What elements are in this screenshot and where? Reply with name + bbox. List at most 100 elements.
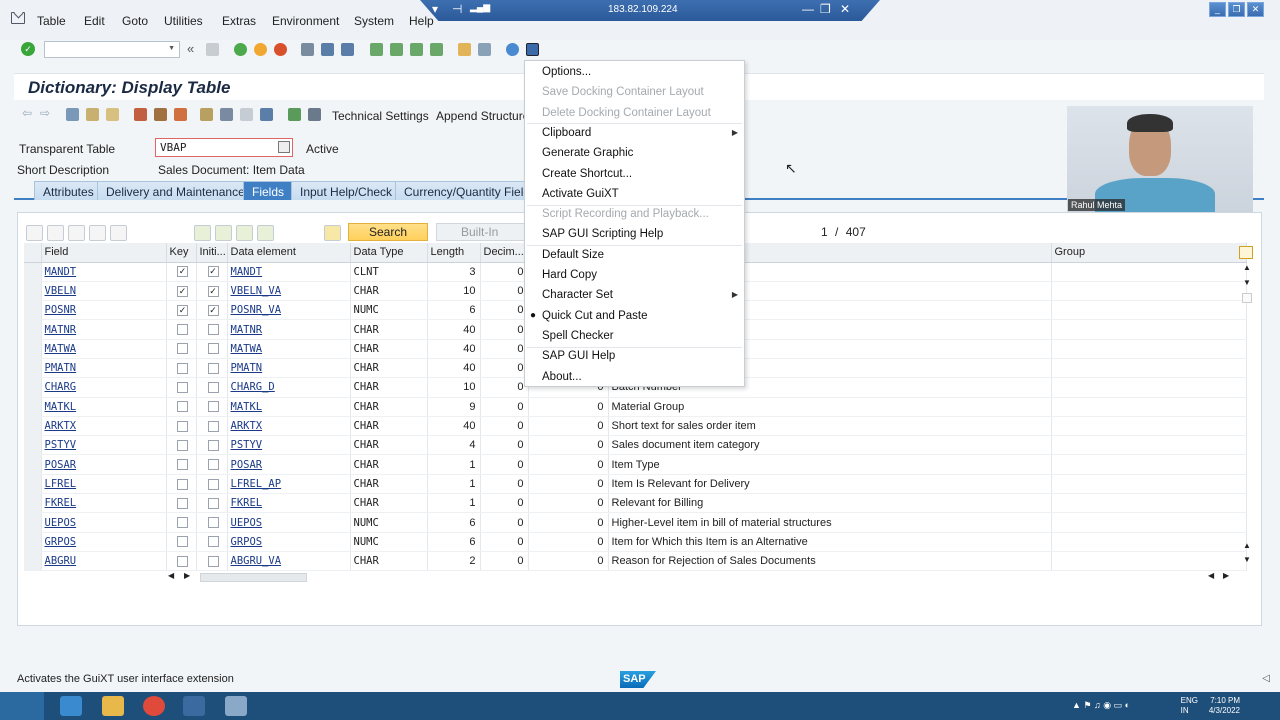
row-selector[interactable] [24,339,42,359]
start-icon[interactable] [0,692,44,720]
initial-checkbox[interactable] [207,439,219,451]
object-list-icon[interactable] [174,108,187,121]
find-icon[interactable] [321,43,334,56]
scroll-left-end-icon[interactable]: ◀ [1208,571,1214,580]
file-explorer-icon[interactable] [102,696,124,716]
horizontal-scrollbar[interactable]: ◀ ▶ ◀ ▶ [168,571,1248,585]
table-row[interactable]: PSTYV PSTYV CHAR 4 0 0 Sales document item cat… [24,435,1247,456]
initial-checkbox[interactable] [207,362,219,374]
hierarchy-icon[interactable] [200,108,213,121]
key-checkbox[interactable] [177,497,188,509]
table-row[interactable]: FKREL FKREL CHAR 1 0 0 Relevant for Billing [24,493,1247,514]
key-checkbox[interactable] [177,362,188,374]
menu-utilities[interactable]: Utilities [164,14,203,28]
table-row[interactable]: UEPOS UEPOS NUMC 6 0 0 Higher-Level item in bi… [24,512,1247,533]
technical-settings-button[interactable]: Technical Settings [332,109,429,123]
data-element[interactable]: GRPOS [227,532,351,552]
row-selector[interactable] [24,262,42,282]
table-row[interactable]: MATKL MATKL CHAR 9 0 0 Material Group [24,397,1247,417]
tab-attributes[interactable]: Attributes [34,181,103,200]
select-all-icon[interactable] [215,225,232,241]
menu-item-options[interactable]: Options... [525,62,744,82]
insert-row-icon[interactable] [89,225,106,241]
minimize-icon[interactable]: — [802,2,814,16]
scroll-thumb[interactable] [1242,293,1252,303]
initial-checkbox[interactable] [207,517,219,529]
data-element[interactable]: POSAR [227,454,351,475]
sap-gui-window-icon[interactable] [225,696,247,716]
edit-pencil-icon[interactable] [324,225,341,241]
row-selector[interactable] [24,281,42,302]
previous-page-icon[interactable] [390,43,403,56]
initial-checkbox[interactable] [207,497,219,509]
field-name[interactable]: POSAR [41,454,167,475]
column-header-data-type[interactable]: Data Type [350,243,428,263]
table-row[interactable]: ABGRU ABGRU_VA CHAR 2 0 0 Reason for Rejection… [24,551,1247,572]
menu-extras[interactable]: Extras [222,14,256,28]
data-element[interactable]: MATWA [227,339,351,359]
key-checkbox[interactable] [177,517,188,529]
menu-item-activate-guixt[interactable]: Activate GuiXT [525,184,744,204]
display-list-icon[interactable] [220,108,233,121]
field-name[interactable]: UEPOS [41,512,167,533]
input-language[interactable]: ENG IN [1181,696,1198,716]
clock[interactable]: 7:10 PM 4/3/2022 [1209,696,1240,716]
data-element[interactable]: VBELN_VA [227,281,351,302]
search-button[interactable]: Search [348,223,428,241]
cancel-icon[interactable] [274,43,287,56]
print-icon[interactable] [301,43,314,56]
powershell-icon[interactable] [60,696,82,716]
column-header-initial[interactable]: Initi... [196,243,228,263]
find-next-icon[interactable] [341,43,354,56]
data-element[interactable]: PSTYV [227,435,351,456]
initial-checkbox[interactable] [207,401,219,413]
window-close-icon[interactable]: ✕ [1247,2,1264,17]
initial-checkbox[interactable] [207,555,219,567]
table-row[interactable]: LFREL LFREL_AP CHAR 1 0 0 Item Is Relevant for… [24,474,1247,495]
key-checkbox[interactable] [177,343,188,355]
key-checkbox[interactable]: ✓ [177,304,188,316]
value-help-icon[interactable] [278,141,290,153]
next-page-icon[interactable] [410,43,423,56]
field-name[interactable]: MATNR [41,319,167,340]
field-name[interactable]: ARKTX [41,416,167,437]
built-in-type-button[interactable]: Built-In Type [436,223,526,241]
layout-icon[interactable] [240,108,253,121]
chrome-icon[interactable] [143,696,165,716]
menu-item-quick-cut-and-paste[interactable]: Quick Cut and Paste ● [525,306,744,326]
row-selector[interactable] [24,416,42,437]
activate-icon[interactable] [134,108,147,121]
close-icon[interactable]: ✕ [840,2,850,16]
new-session-icon[interactable] [458,43,471,56]
column-header-field[interactable]: Field [41,243,167,263]
deselect-icon[interactable] [236,225,253,241]
scroll-up-icon[interactable]: ▲ [1243,541,1251,550]
forward-arrow-icon[interactable]: ⇨ [40,106,53,120]
row-selector[interactable] [24,512,42,533]
data-element[interactable]: MANDT [227,262,351,282]
data-element[interactable]: ARKTX [227,416,351,437]
initial-checkbox[interactable] [207,343,219,355]
field-name[interactable]: GRPOS [41,532,167,552]
customize-layout-icon[interactable] [526,43,539,56]
row-selector[interactable] [24,532,42,552]
vertical-scrollbar[interactable]: ▲ ▼ ▲ ▼ [1241,263,1255,568]
initial-checkbox[interactable]: ✓ [207,266,219,278]
menu-item-generate-graphic[interactable]: Generate Graphic [525,143,744,163]
column-header-length[interactable]: Length [427,243,481,263]
column-header-data-element[interactable]: Data element [227,243,351,263]
key-checkbox[interactable] [177,324,188,336]
enter-check-icon[interactable]: ✓ [21,42,35,56]
last-page-icon[interactable] [430,43,443,56]
sap-logon-icon[interactable] [183,696,205,716]
data-element[interactable]: FKREL [227,493,351,514]
key-checkbox[interactable] [177,459,188,471]
menu-item-about[interactable]: About... [525,367,744,387]
row-selector[interactable] [24,435,42,456]
menu-item-sap-gui-scripting-help[interactable]: SAP GUI Scripting Help [525,224,744,244]
data-element[interactable]: MATNR [227,319,351,340]
back-arrow-icon[interactable]: ⇦ [22,106,35,120]
initial-checkbox[interactable]: ✓ [207,285,219,297]
field-name[interactable]: MANDT [41,262,167,282]
menu-system[interactable]: System [354,14,394,28]
